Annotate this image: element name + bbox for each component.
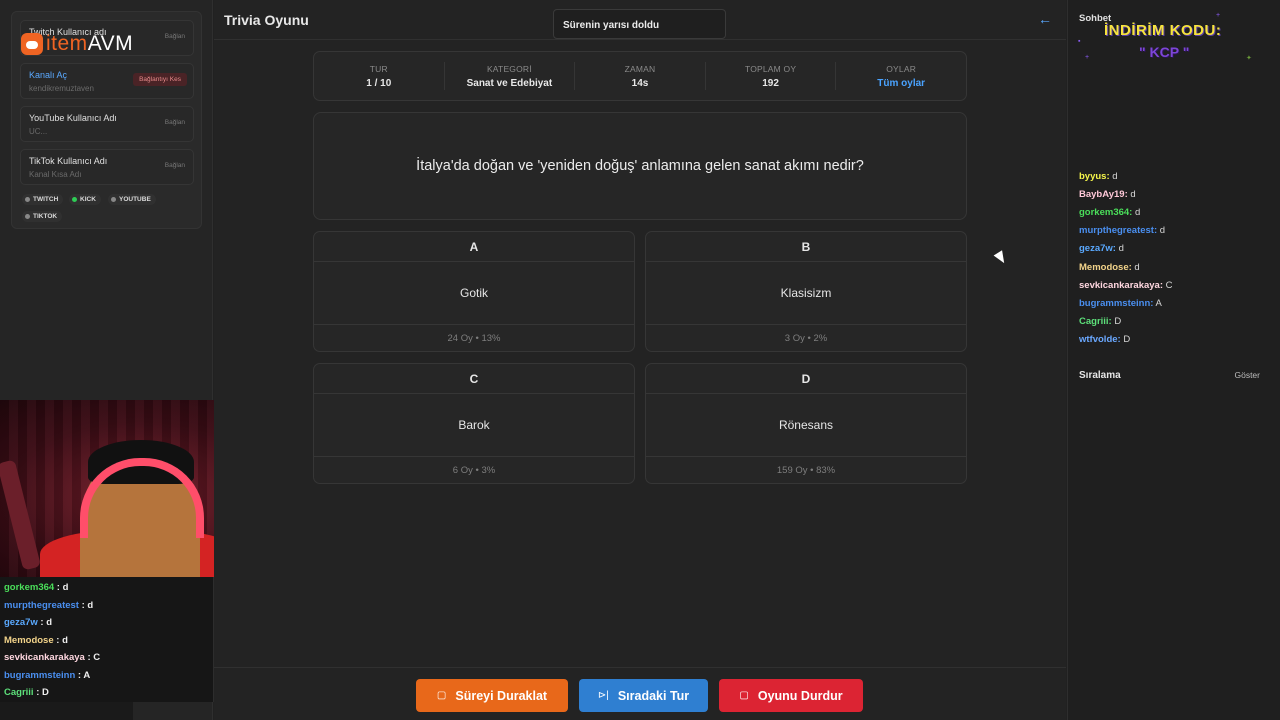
- youtube-connect-button[interactable]: Bağlan: [165, 119, 185, 126]
- sparkle-icon: ✦: [1246, 55, 1252, 62]
- page-title: Trivia Oyunu: [224, 12, 309, 28]
- tiktok-username-label: TikTok Kullanıcı Adı: [29, 156, 108, 166]
- app-root: Twitch Kullanıcı adı Bağlan Kanalı Aç ke…: [0, 0, 1280, 720]
- chat-message: Memodose: d: [1079, 262, 1140, 273]
- overlay-chat-line: geza7w : d: [4, 617, 53, 628]
- option-card-b: B Klasisizm 3 Oy • 2%: [645, 231, 967, 352]
- stat-time: ZAMAN 14s: [575, 62, 706, 90]
- disconnect-button[interactable]: Bağlantıyı Kes: [133, 73, 187, 86]
- pause-icon: ▢: [436, 690, 447, 701]
- gamepad-icon: [21, 33, 43, 55]
- overlay-chat-line: sevkicankarakaya : C: [4, 652, 101, 663]
- twitch-connect-button[interactable]: Bağlan: [165, 33, 185, 40]
- stat-total-votes: TOPLAM OY 192: [706, 62, 837, 90]
- overlay-chat-line: Memodose : d: [4, 635, 68, 646]
- next-round-button[interactable]: ⊳| Sıradaki Tur: [579, 679, 708, 712]
- back-arrow-icon[interactable]: ←: [1038, 11, 1052, 27]
- chat-message: sevkicankarakaya: C: [1079, 280, 1173, 291]
- stat-category: KATEGORİ Sanat ve Edebiyat: [445, 62, 576, 90]
- control-bar: ▢ Süreyi Duraklat ⊳| Sıradaki Tur ▢ Oyun…: [214, 667, 1066, 720]
- overlay-chat-line: gorkem364 : d: [4, 582, 69, 593]
- pause-timer-button[interactable]: ▢ Süreyi Duraklat: [416, 679, 568, 712]
- option-card-c: C Barok 6 Oy • 3%: [313, 363, 635, 484]
- top-bar: Trivia Oyunu Sürenin yarısı doldu ←: [214, 0, 1066, 40]
- option-card-a: A Gotik 24 Oy • 13%: [313, 231, 635, 352]
- overlay-chat-line: Cagriii : D: [4, 687, 49, 698]
- stop-icon: ▢: [739, 690, 749, 701]
- promo-code-value: " KCP ": [1139, 44, 1190, 60]
- sparkle-icon: +: [1216, 12, 1221, 19]
- chat-message: Cagriii: D: [1079, 316, 1122, 327]
- status-dot-icon: [25, 196, 30, 202]
- stats-bar: TUR 1 / 10 KATEGORİ Sanat ve Edebiyat ZAMA…: [313, 51, 967, 101]
- kick-channel-value: kendikremuztaven: [29, 84, 94, 93]
- chat-message: BaybAy19: d: [1079, 189, 1136, 200]
- chat-panel: Sohbet İNDİRİM KODU: " KCP " ▪ + + ✦ byy…: [1067, 0, 1280, 720]
- tiktok-username-field[interactable]: Kanal Kısa Adı: [29, 170, 81, 179]
- stop-game-button[interactable]: ▢ Oyunu Durdur: [719, 679, 863, 712]
- stat-round: TUR 1 / 10: [314, 62, 445, 90]
- sparkle-icon: ▪: [1078, 38, 1081, 45]
- promo-code-banner: İNDİRİM KODU:: [1104, 22, 1222, 39]
- open-channel-link[interactable]: Kanalı Aç: [29, 70, 67, 80]
- sparkle-icon: +: [1085, 54, 1090, 61]
- ranking-title: Sıralama: [1079, 370, 1121, 381]
- chat-message: geza7w: d: [1079, 243, 1124, 254]
- all-votes-link[interactable]: Tüm oylar: [836, 78, 966, 89]
- chat-message: murpthegreatest: d: [1079, 225, 1166, 236]
- stat-votes: OYLAR Tüm oylar: [836, 62, 966, 90]
- platform-badge-kick: KICK: [69, 194, 101, 205]
- overlay-footer: [0, 702, 133, 720]
- platform-badge-youtube: YOUTUBE: [108, 194, 156, 205]
- youtube-username-label: YouTube Kullanıcı Adı: [29, 113, 117, 123]
- chat-message: gorkem364: d: [1079, 207, 1141, 218]
- status-dot-icon: [111, 196, 116, 202]
- chat-message: wtfvolde: D: [1079, 334, 1131, 345]
- status-dot-icon: [72, 196, 77, 202]
- youtube-connection-row[interactable]: YouTube Kullanıcı Adı UC... Bağlan: [20, 106, 194, 142]
- platform-badge-twitch: TWITCH: [22, 194, 64, 205]
- main-panel: Trivia Oyunu Sürenin yarısı doldu ← TUR 1…: [214, 0, 1066, 720]
- overlay-chat-line: murpthegreatest : d: [4, 600, 94, 611]
- chat-message: byyus: d: [1079, 171, 1118, 182]
- tiktok-connection-row[interactable]: TikTok Kullanıcı Adı Kanal Kısa Adı Bağl…: [20, 149, 194, 185]
- chat-message: bugrammsteinn: A: [1079, 298, 1162, 309]
- itemavm-logo: itemAVM: [21, 32, 133, 56]
- status-dot-icon: [25, 213, 30, 219]
- option-card-d: D Rönesans 159 Oy • 83%: [645, 363, 967, 484]
- kick-connection-row[interactable]: Kanalı Aç kendikremuztaven Bağlantıyı Ke…: [20, 63, 194, 99]
- tiktok-connect-button[interactable]: Bağlan: [165, 162, 185, 169]
- show-ranking-button[interactable]: Göster: [1234, 370, 1260, 380]
- platform-badge-tiktok: TIKTOK: [22, 211, 63, 222]
- youtube-username-field[interactable]: UC...: [29, 127, 47, 136]
- skip-icon: ⊳|: [597, 690, 609, 701]
- question-card: İtalya'da doğan ve 'yeniden doğuş' anlam…: [313, 112, 967, 220]
- overlay-chat-line: bugrammsteinn : A: [4, 670, 91, 681]
- half-time-toast: Sürenin yarısı doldu: [553, 9, 726, 39]
